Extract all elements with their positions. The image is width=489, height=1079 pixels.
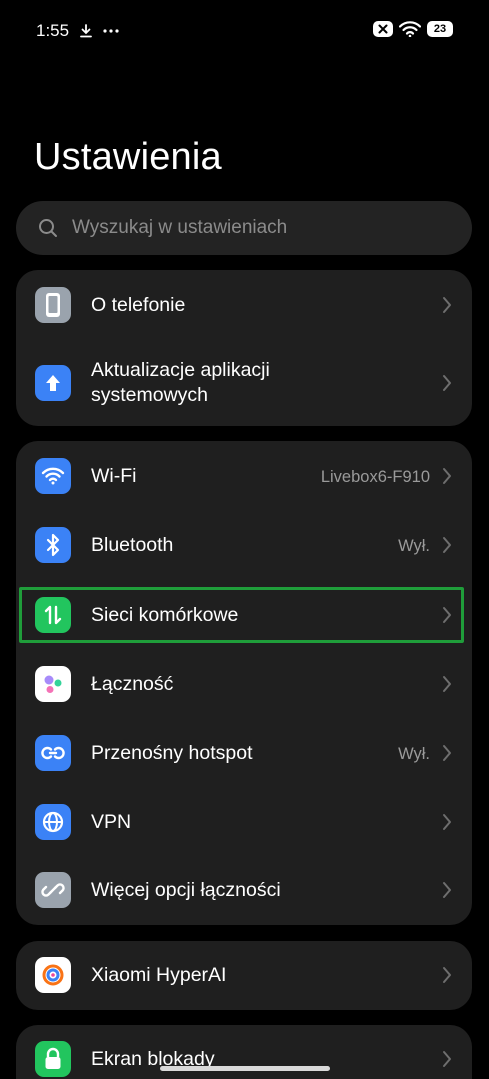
chevron-right-icon <box>443 967 451 983</box>
chevron-right-icon <box>443 375 451 391</box>
lock-icon <box>35 1041 71 1077</box>
hyperai-icon <box>35 957 71 993</box>
wifi-status-icon <box>399 21 421 37</box>
chevron-right-icon <box>443 607 451 623</box>
download-icon <box>80 24 92 38</box>
settings-item-hyperai[interactable]: Xiaomi HyperAI <box>16 941 472 1010</box>
settings-item-label: Wi-Fi <box>91 465 137 487</box>
settings-item-value: Livebox6-F910 <box>320 468 430 486</box>
settings-item-label: Łączność <box>91 673 174 695</box>
status-right: 23 <box>373 21 453 37</box>
settings-item-system-app-updates[interactable]: Aktualizacje aplikacji systemowych <box>16 345 472 421</box>
settings-screen: 1:55 23 Ustawienia Wyszukaj w ustawienia… <box>0 0 489 1079</box>
bluetooth-icon <box>35 527 71 563</box>
chevron-right-icon <box>443 882 451 898</box>
chevron-right-icon <box>443 537 451 553</box>
battery-indicator: 23 <box>427 21 453 37</box>
chevron-right-icon <box>443 297 451 313</box>
chevron-right-icon <box>443 676 451 692</box>
connectivity-icon <box>35 666 71 702</box>
link-icon <box>35 872 71 908</box>
settings-item-hotspot[interactable]: Przenośny hotspot Wył. <box>16 719 472 788</box>
settings-item-mobile-networks[interactable]: Sieci komórkowe <box>16 580 472 650</box>
device-card: O telefonie Aktualizacje aplikacji syste… <box>16 270 472 426</box>
settings-item-label: Więcej opcji łączności <box>91 879 281 901</box>
search-icon <box>39 219 57 237</box>
network-card: Wi-Fi Livebox6-F910 Bluetooth Wył. Sieci… <box>16 441 472 925</box>
settings-item-more-connectivity[interactable]: Więcej opcji łączności <box>16 857 472 925</box>
wifi-icon <box>35 458 71 494</box>
settings-item-label: Xiaomi HyperAI <box>91 964 227 986</box>
settings-item-label: VPN <box>91 811 132 833</box>
settings-item-connectivity[interactable]: Łączność <box>16 650 472 719</box>
chevron-right-icon <box>443 468 451 484</box>
status-time: 1:55 <box>36 21 70 40</box>
settings-item-label: Aktualizacje aplikacji systemowych <box>91 358 270 408</box>
settings-item-value: Wył. <box>398 537 430 555</box>
page-title: Ustawienia <box>34 136 222 178</box>
globe-icon <box>35 804 71 840</box>
mobile-data-icon <box>35 597 71 633</box>
settings-item-value: Wył. <box>398 745 430 763</box>
hotspot-icon <box>35 735 71 771</box>
more-notifications-icon <box>103 29 119 33</box>
settings-item-label: Bluetooth <box>91 534 174 556</box>
settings-item-label: Sieci komórkowe <box>91 604 239 626</box>
home-indicator[interactable] <box>160 1066 330 1071</box>
settings-item-about-phone[interactable]: O telefonie <box>16 270 472 340</box>
label-line-2: systemowych <box>91 384 209 406</box>
settings-item-label: Przenośny hotspot <box>91 742 253 764</box>
sim-off-icon <box>373 21 393 37</box>
label-line-1: Aktualizacje aplikacji <box>91 359 270 381</box>
arrow-up-icon <box>35 365 71 401</box>
settings-item-wifi[interactable]: Wi-Fi Livebox6-F910 <box>16 441 472 511</box>
settings-item-bluetooth[interactable]: Bluetooth Wył. <box>16 511 472 580</box>
search-input[interactable] <box>70 216 454 240</box>
chevron-right-icon <box>443 814 451 830</box>
search-bar[interactable] <box>16 201 472 255</box>
ai-card: Xiaomi HyperAI <box>16 941 472 1010</box>
settings-item-vpn[interactable]: VPN <box>16 788 472 857</box>
status-left: 1:55 <box>36 21 119 41</box>
chevron-right-icon <box>443 745 451 761</box>
chevron-right-icon <box>443 1051 451 1067</box>
settings-item-label: O telefonie <box>91 294 186 316</box>
phone-icon <box>35 287 71 323</box>
status-bar: 1:55 23 <box>0 0 489 62</box>
